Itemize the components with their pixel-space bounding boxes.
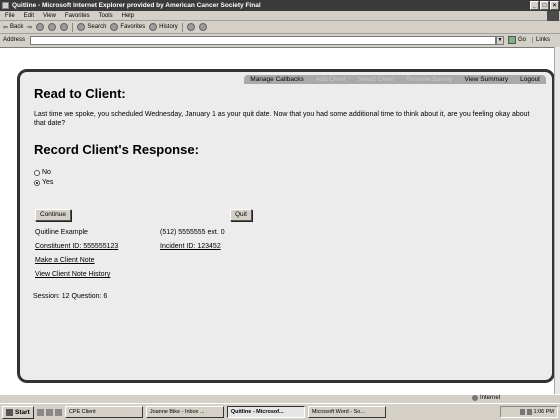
address-label: Address [3, 37, 26, 43]
menu-tools[interactable]: Tools [99, 13, 113, 19]
menu-help[interactable]: Help [122, 13, 134, 19]
ie-launch-icon[interactable] [45, 408, 53, 416]
home-icon[interactable] [60, 23, 69, 31]
mail-icon[interactable] [186, 23, 195, 31]
security-zone: Internet [472, 395, 500, 401]
network-icon[interactable] [519, 409, 525, 415]
address-bar: Address ▼ Go Links [0, 34, 560, 46]
client-phone: (512) 5555555 ext. 0 [160, 229, 225, 236]
nav-resume-survey: Resume Survey [406, 76, 453, 83]
minimize-button[interactable]: _ [530, 1, 539, 10]
radio-yes[interactable] [34, 179, 40, 186]
close-button[interactable]: × [550, 1, 559, 10]
main-panel: Manage Callbacks Add Client Select Clien… [17, 69, 555, 383]
print-icon[interactable] [198, 23, 207, 31]
nav-select-client: Select Client [357, 76, 395, 83]
option-no-label: No [42, 169, 51, 176]
back-button[interactable]: ⇦ Back [3, 24, 23, 31]
search-icon [77, 23, 86, 31]
record-response-heading: Record Client's Response: [34, 142, 199, 157]
radio-no[interactable] [34, 169, 40, 176]
nav-add-client: Add Client [315, 76, 346, 83]
volume-icon[interactable] [526, 409, 532, 415]
search-button[interactable]: Search [77, 23, 106, 31]
go-arrow-icon [508, 36, 517, 44]
start-button[interactable]: Start [2, 405, 34, 419]
task-cpe-client[interactable]: CPE Client [64, 406, 143, 418]
links-button[interactable]: Links [532, 37, 550, 43]
outlook-launch-icon[interactable] [54, 408, 62, 416]
make-client-note-link[interactable]: Make a Client Note [35, 257, 95, 264]
favorites-button[interactable]: Favorites [110, 23, 145, 31]
constituent-id-link[interactable]: Constituent ID: 555555123 [35, 243, 118, 250]
quit-button[interactable]: Quit [230, 209, 252, 221]
show-desktop-icon[interactable] [36, 408, 44, 416]
task-inbox[interactable]: Joanne Bike - Inbox ... [145, 406, 224, 418]
back-arrow-icon: ⇦ [3, 24, 9, 31]
task-quitline[interactable]: Quitline - Microsof... [226, 406, 305, 418]
task-word[interactable]: Microsoft Word - So... [307, 406, 386, 418]
maximize-button[interactable]: □ [540, 1, 549, 10]
menu-bar: File Edit View Favorites Tools Help [0, 11, 560, 21]
continue-button[interactable]: Continue [35, 209, 72, 221]
view-note-history-link[interactable]: View Client Note History [35, 271, 110, 278]
session-info: Session: 12 Question: 6 [33, 293, 108, 300]
windows-flag-icon [6, 408, 13, 416]
windows-logo-icon [547, 11, 559, 21]
toolbar: ⇦ Back ⇨ Search Favorites History [0, 21, 560, 34]
nav-view-summary[interactable]: View Summary [459, 75, 515, 84]
option-no[interactable]: No [34, 169, 51, 176]
quick-launch [36, 408, 62, 416]
window-title-bar: Quitline - Microsoft Internet Explorer p… [0, 0, 560, 11]
vertical-scrollbar[interactable] [554, 47, 560, 394]
address-dropdown-icon[interactable]: ▼ [496, 35, 505, 45]
address-input[interactable] [30, 35, 497, 45]
menu-edit[interactable]: Edit [24, 13, 34, 19]
history-icon [149, 23, 158, 31]
toolbar-separator [72, 22, 74, 32]
option-yes-label: Yes [42, 179, 54, 186]
go-button[interactable]: Go [508, 36, 526, 44]
stop-icon[interactable] [36, 23, 45, 31]
client-name: Quitline Example [35, 229, 88, 236]
script-text: Last time we spoke, you scheduled Wednes… [34, 111, 530, 127]
nav-logout[interactable]: Logout [514, 75, 546, 84]
system-tray: 1:06 PM [500, 406, 558, 418]
option-yes[interactable]: Yes [34, 179, 53, 186]
clock: 1:06 PM [533, 409, 554, 415]
page-content: Manage Callbacks Add Client Select Clien… [0, 47, 555, 394]
window-title: Quitline - Microsoft Internet Explorer p… [12, 2, 261, 9]
forward-button[interactable]: ⇨ [27, 24, 32, 31]
menu-favorites[interactable]: Favorites [65, 13, 90, 19]
favorites-icon [110, 23, 119, 31]
refresh-icon[interactable] [48, 23, 57, 31]
read-to-client-heading: Read to Client: [34, 86, 126, 101]
history-button[interactable]: History [149, 23, 178, 31]
status-bar: Internet [0, 394, 560, 403]
incident-id-link[interactable]: Incident ID: 123452 [160, 243, 221, 250]
toolbar-separator [181, 22, 183, 32]
top-nav: Manage Callbacks Add Client Select Clien… [244, 75, 546, 84]
taskbar: Start CPE Client Joanne Bike - Inbox ...… [0, 403, 560, 420]
internet-zone-icon [472, 395, 478, 401]
nav-manage-callbacks[interactable]: Manage Callbacks [244, 75, 309, 84]
ie-icon [2, 2, 9, 9]
menu-file[interactable]: File [5, 13, 15, 19]
window-controls: _ □ × [530, 1, 559, 10]
menu-view[interactable]: View [43, 13, 56, 19]
